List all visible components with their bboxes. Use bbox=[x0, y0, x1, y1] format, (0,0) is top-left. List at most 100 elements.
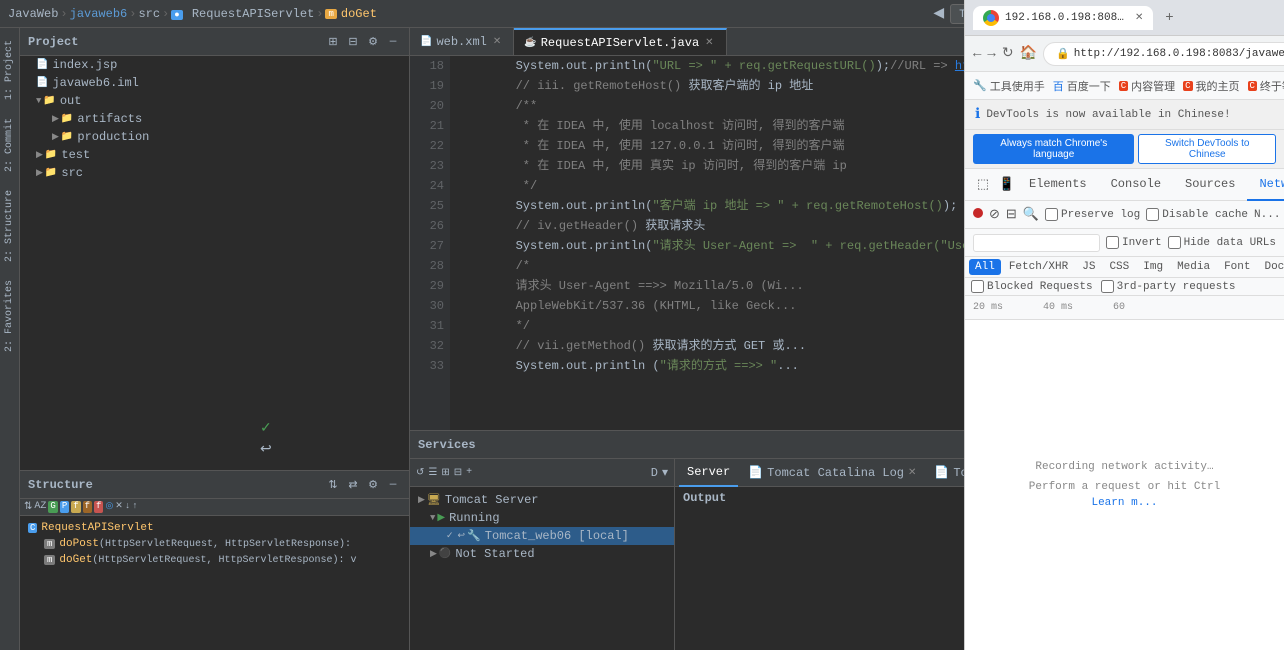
tree-item-artifacts[interactable]: ▶ 📁 artifacts bbox=[20, 110, 409, 128]
tab-requestapi-close[interactable]: ✕ bbox=[703, 37, 715, 49]
search-icon[interactable]: 🔍 bbox=[1023, 205, 1039, 225]
close-panel-icon[interactable]: — bbox=[385, 34, 401, 50]
struct-icon4[interactable]: P bbox=[60, 501, 69, 513]
bookmarks-bar: 🔧 工具使用手 百 百度一下 C 内容管理 C 我的主页 C 终于等 bbox=[965, 72, 1284, 100]
filter-css[interactable]: CSS bbox=[1103, 259, 1135, 275]
invert-check[interactable] bbox=[1106, 236, 1119, 249]
device-icon[interactable]: 📱 bbox=[997, 175, 1017, 195]
browser-tab-main[interactable]: 192.168.0.198:8083/javaw... ✕ bbox=[973, 6, 1153, 30]
struct-icon2[interactable]: AZ bbox=[34, 501, 46, 513]
back-icon[interactable]: ◀ bbox=[933, 5, 944, 22]
filter-js[interactable]: JS bbox=[1076, 259, 1101, 275]
services-tb-reload[interactable]: ↺ bbox=[416, 467, 424, 479]
dt-tab-elements[interactable]: Elements bbox=[1017, 169, 1099, 201]
filter-fetchxhr[interactable]: Fetch/XHR bbox=[1003, 259, 1074, 275]
service-tomcat-web06[interactable]: ✓ ↩ 🔧 Tomcat_web06 [local] bbox=[410, 527, 674, 545]
tree-item-out[interactable]: ▼ 📁 out bbox=[20, 92, 409, 110]
tab-close-btn[interactable]: ✕ bbox=[1135, 12, 1143, 24]
arrow-down-icon: ▼ bbox=[36, 96, 41, 106]
dt-tab-console[interactable]: Console bbox=[1099, 169, 1173, 201]
struct-icon7[interactable]: f bbox=[94, 501, 103, 513]
services-tb-add[interactable]: + bbox=[466, 467, 472, 478]
blocked-checkbox[interactable]: Blocked Requests bbox=[971, 280, 1093, 293]
collapse-all-icon[interactable]: ⊟ bbox=[345, 34, 361, 50]
clear-icon[interactable]: ⊘ bbox=[989, 205, 1000, 225]
struct-icon5[interactable]: f bbox=[71, 501, 80, 513]
tree-item-src[interactable]: ▶ 📁 src bbox=[20, 164, 409, 182]
bookmark-content[interactable]: C 内容管理 bbox=[1119, 78, 1175, 94]
devtools-content: Recording network activity… Perform a re… bbox=[965, 320, 1284, 650]
filter-input[interactable] bbox=[973, 234, 1100, 252]
vtab-project[interactable]: 1: Project bbox=[2, 32, 17, 108]
tab-requestapi[interactable]: ☕ RequestAPIServlet.java ✕ bbox=[514, 28, 726, 56]
struct-icon8[interactable]: ◎ bbox=[105, 501, 113, 513]
match-language-btn[interactable]: Always match Chrome's language bbox=[973, 134, 1134, 164]
struct-doget-item[interactable]: m doGet (HttpServletRequest, HttpServlet… bbox=[24, 552, 405, 568]
filter-icon[interactable]: ⊟ bbox=[1006, 205, 1017, 225]
blocked-check[interactable] bbox=[971, 280, 984, 293]
dt-tab-sources[interactable]: Sources bbox=[1173, 169, 1247, 201]
bookmark-tools[interactable]: 🔧 工具使用手 bbox=[973, 78, 1045, 94]
preserve-check-input[interactable] bbox=[1045, 208, 1058, 221]
struct-icon10[interactable]: ↓ bbox=[125, 501, 130, 513]
disable-cache-input[interactable] bbox=[1146, 208, 1159, 221]
filter-img[interactable]: Img bbox=[1137, 259, 1169, 275]
inspect-icon[interactable]: ⬚ bbox=[973, 175, 993, 195]
home-btn[interactable]: 🏠 bbox=[1020, 42, 1037, 66]
d-dropdown[interactable]: D ▾ bbox=[651, 465, 668, 480]
struct-icon9[interactable]: ✕ bbox=[115, 501, 123, 513]
new-tab-btn[interactable]: + bbox=[1157, 6, 1181, 30]
vtab-structure[interactable]: 2: Structure bbox=[2, 182, 17, 270]
disable-cache-checkbox[interactable]: Disable cache bbox=[1146, 208, 1248, 221]
services-tb-group2[interactable]: ⊞ bbox=[441, 467, 449, 479]
struct-icon3[interactable]: G bbox=[48, 501, 57, 513]
structure-settings-icon[interactable]: ⚙ bbox=[365, 477, 381, 493]
tree-item-production[interactable]: ▶ 📁 production bbox=[20, 128, 409, 146]
third-party-checkbox[interactable]: 3rd-party requests bbox=[1101, 280, 1236, 293]
left-sidebar: Project ⊞ ⊟ ⚙ — 📄 index.jsp 📄 javaweb6.i… bbox=[20, 28, 410, 650]
service-not-started[interactable]: ▶ ⚫ Not Started bbox=[410, 545, 674, 563]
services-tb-list[interactable]: ☰ bbox=[428, 467, 437, 479]
struct-icon1[interactable]: ⇅ bbox=[24, 501, 32, 513]
invert-checkbox[interactable]: Invert bbox=[1106, 236, 1162, 249]
catalina-close[interactable]: ✕ bbox=[908, 467, 916, 479]
filter-media[interactable]: Media bbox=[1171, 259, 1216, 275]
filter-font[interactable]: Font bbox=[1218, 259, 1256, 275]
vtab-favorites[interactable]: 2: Favorites bbox=[2, 272, 17, 360]
hide-data-urls-checkbox[interactable]: Hide data URLs bbox=[1168, 236, 1276, 249]
back-btn[interactable]: ← bbox=[973, 42, 981, 66]
sort-type-icon[interactable]: ⇄ bbox=[345, 477, 361, 493]
bookmark-baidu[interactable]: 百 百度一下 bbox=[1053, 78, 1111, 94]
filter-doc[interactable]: Doc bbox=[1258, 259, 1284, 275]
tab-webxml[interactable]: 📄 web.xml ✕ bbox=[410, 28, 514, 56]
struct-icon11[interactable]: ↑ bbox=[132, 501, 137, 513]
s-tab-catalina[interactable]: 📄 Tomcat Catalina Log ✕ bbox=[740, 459, 924, 487]
tree-item-test[interactable]: ▶ 📁 test bbox=[20, 146, 409, 164]
vtab-commit[interactable]: 2: Commit bbox=[2, 110, 17, 180]
filter-all[interactable]: All bbox=[969, 259, 1001, 275]
structure-close-icon[interactable]: — bbox=[385, 477, 401, 493]
reload-btn[interactable]: ↻ bbox=[1002, 42, 1014, 66]
preserve-checkbox[interactable]: Preserve log bbox=[1045, 208, 1140, 221]
tree-item-index-jsp[interactable]: 📄 index.jsp bbox=[20, 56, 409, 74]
service-tomcat-server[interactable]: ▶ 🖥 Tomcat Server bbox=[410, 491, 674, 509]
struct-dopost-item[interactable]: m doPost (HttpServletRequest, HttpServle… bbox=[24, 536, 405, 552]
service-running[interactable]: ▼ ▶ Running bbox=[410, 509, 674, 527]
services-tb-filter2[interactable]: ⊟ bbox=[454, 467, 462, 479]
expand-all-icon[interactable]: ⊞ bbox=[325, 34, 341, 50]
hide-data-urls-check[interactable] bbox=[1168, 236, 1181, 249]
bookmark-home[interactable]: C 我的主页 bbox=[1183, 78, 1239, 94]
forward-btn[interactable]: → bbox=[987, 42, 995, 66]
struct-class-item[interactable]: C RequestAPIServlet bbox=[24, 520, 405, 536]
tree-item-iml[interactable]: 📄 javaweb6.iml bbox=[20, 74, 409, 92]
sort-alpha-icon[interactable]: ⇅ bbox=[325, 477, 341, 493]
struct-icon6[interactable]: f bbox=[83, 501, 92, 513]
dt-tab-network[interactable]: Network bbox=[1247, 169, 1284, 201]
settings-icon[interactable]: ⚙ bbox=[365, 34, 381, 50]
bookmark-more[interactable]: C 终于等 bbox=[1248, 78, 1284, 94]
address-bar[interactable]: 🔒 http://192.168.0.198:8083/javaweb6_war… bbox=[1043, 42, 1284, 66]
tab-webxml-close[interactable]: ✕ bbox=[491, 36, 503, 48]
switch-devtools-btn[interactable]: Switch DevTools to Chinese bbox=[1138, 134, 1276, 164]
s-tab-server[interactable]: Server bbox=[679, 459, 738, 487]
third-party-check[interactable] bbox=[1101, 280, 1114, 293]
